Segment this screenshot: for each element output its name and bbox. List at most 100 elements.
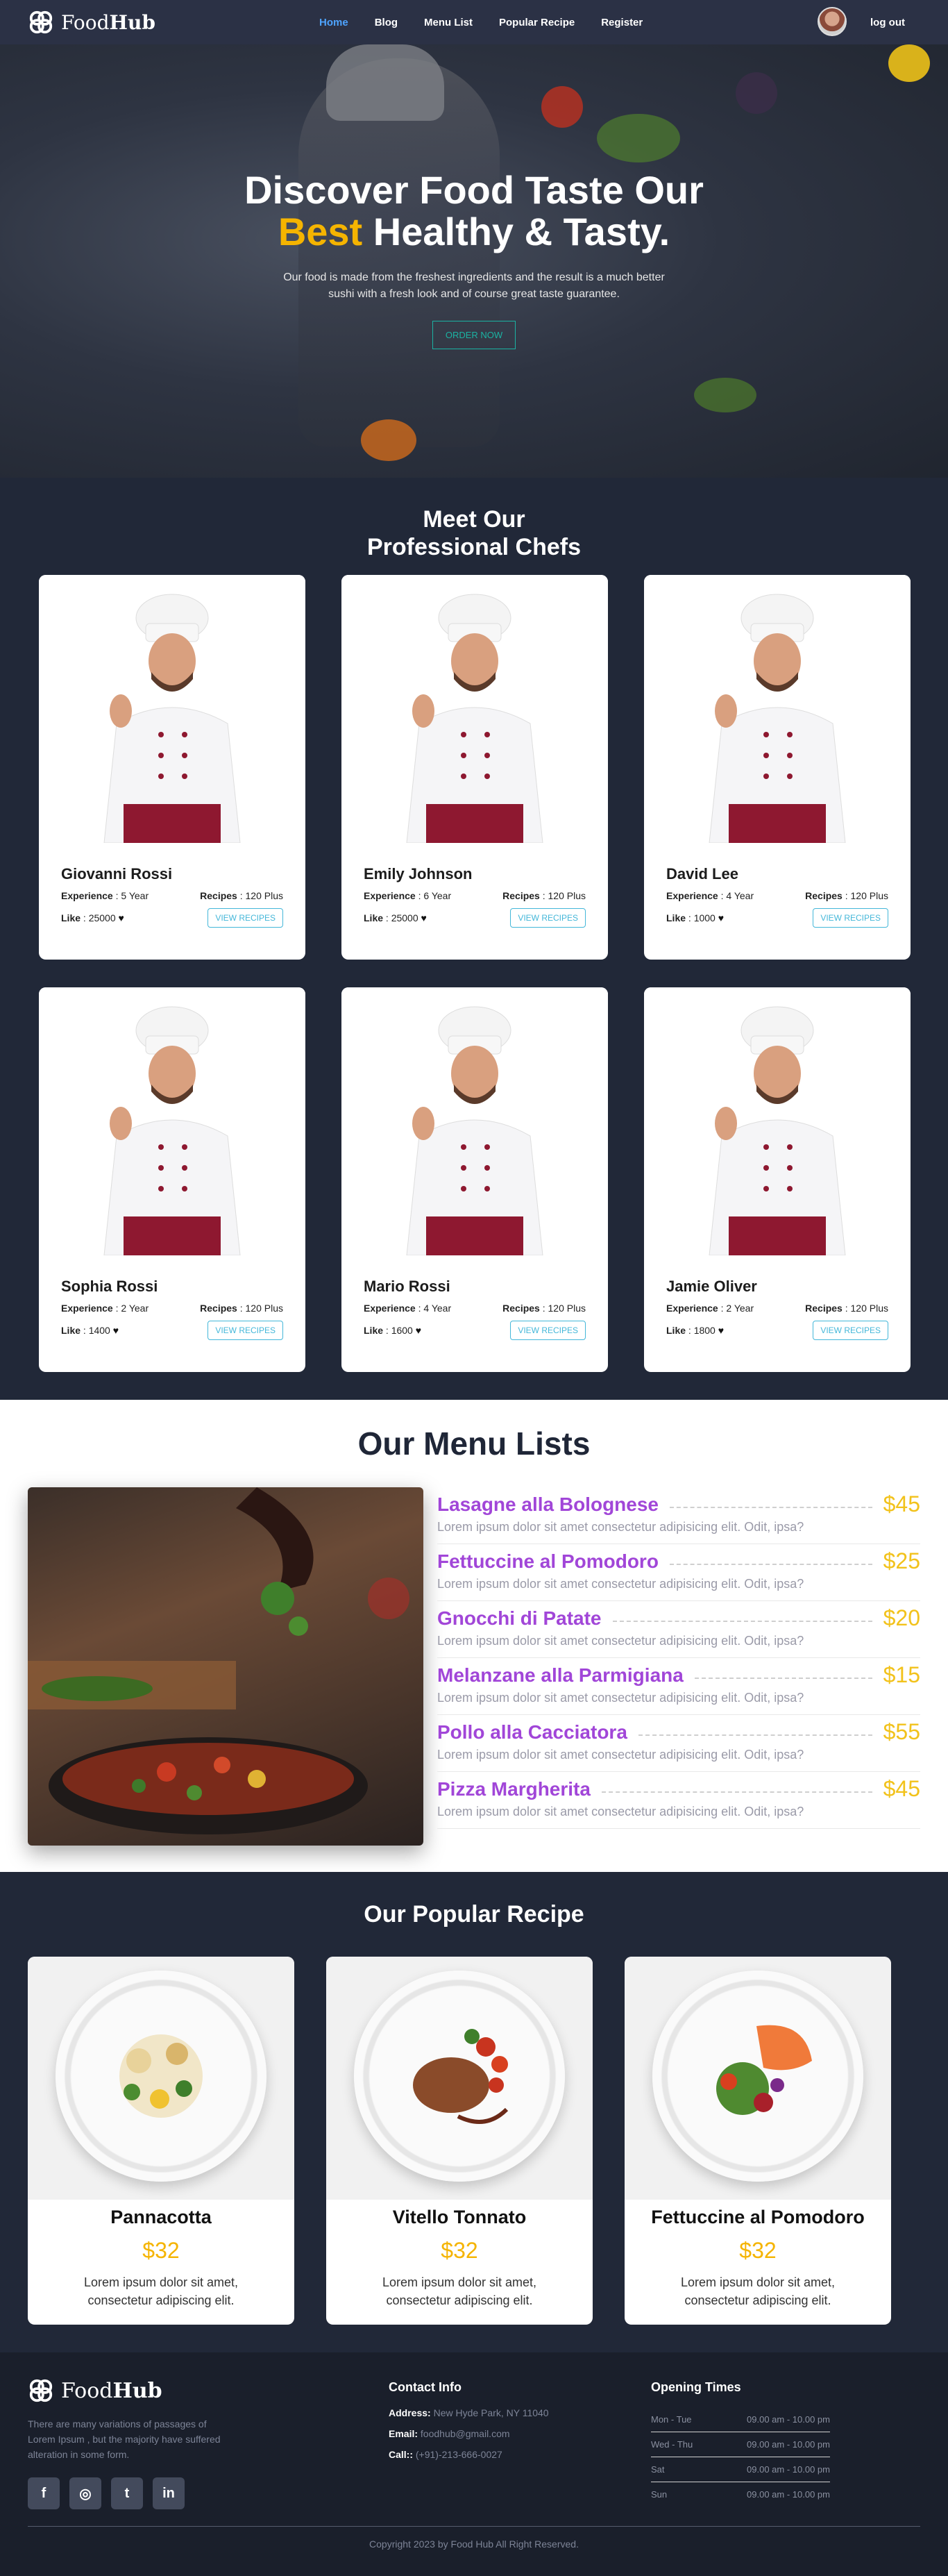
- menu-item[interactable]: Pizza Margherita $45 Lorem ipsum dolor s…: [437, 1772, 920, 1829]
- hours-day: Sun: [651, 2489, 668, 2500]
- like-label: Like: [61, 1325, 81, 1336]
- nav-link-register[interactable]: Register: [601, 17, 643, 28]
- hours-time: 09.00 am - 10.00 pm: [747, 2439, 830, 2450]
- recipe-desc: Lorem ipsum dolor sit amet, consectetur …: [83, 2275, 239, 2307]
- recipe-image: [28, 1957, 294, 2200]
- chef-stats-row: Experience : 6 Year Recipes : 120 Plus: [364, 890, 586, 901]
- chef-photo: [341, 575, 608, 844]
- experience-value: 6 Year: [423, 890, 452, 901]
- heart-icon[interactable]: ♥: [718, 912, 724, 923]
- like-value: 1600: [391, 1325, 413, 1336]
- experience-value: 5 Year: [121, 890, 149, 901]
- menu-item-leader: [601, 1791, 872, 1793]
- chef-like-row: Like : 1000 ♥ VIEW RECIPES: [666, 908, 888, 928]
- heart-icon[interactable]: ♥: [718, 1325, 724, 1336]
- like-label: Like: [666, 1325, 686, 1336]
- nav-link-menu-list[interactable]: Menu List: [424, 17, 473, 28]
- menu-item-name: Pollo alla Cacciatora: [437, 1721, 627, 1743]
- chef-info: Giovanni Rossi Experience : 5 Year Recip…: [61, 865, 283, 928]
- heart-icon[interactable]: ♥: [113, 1325, 119, 1336]
- view-recipes-button[interactable]: VIEW RECIPES: [813, 908, 888, 928]
- recipe-text: Vitello Tonnato $32 Lorem ipsum dolor si…: [326, 2207, 593, 2309]
- menu-item[interactable]: Lasagne alla Bolognese $45 Lorem ipsum d…: [437, 1487, 920, 1544]
- recipe-card[interactable]: Fettuccine al Pomodoro $32 Lorem ipsum d…: [625, 1957, 891, 2325]
- like-label: Like: [364, 1325, 384, 1336]
- like-value: 1800: [693, 1325, 716, 1336]
- hours-time: 09.00 am - 10.00 pm: [747, 2489, 830, 2500]
- recipe-plate: [354, 1971, 565, 2182]
- view-recipes-button[interactable]: VIEW RECIPES: [510, 908, 586, 928]
- recipes-value: 120 Plus: [850, 890, 888, 901]
- menu-item[interactable]: Melanzane alla Parmigiana $15 Lorem ipsu…: [437, 1658, 920, 1715]
- phone-value[interactable]: (+91)-213-666-0027: [416, 2449, 502, 2460]
- hero-title-rest: Healthy & Tasty.: [362, 210, 670, 253]
- heart-icon[interactable]: ♥: [416, 1325, 421, 1336]
- linkedin-icon[interactable]: in: [153, 2477, 185, 2509]
- nav-link-popular-recipe[interactable]: Popular Recipe: [499, 17, 575, 28]
- chef-like-row: Like : 1600 ♥ VIEW RECIPES: [364, 1321, 586, 1340]
- menu-item[interactable]: Gnocchi di Patate $20 Lorem ipsum dolor …: [437, 1601, 920, 1658]
- nav-link-blog[interactable]: Blog: [375, 17, 398, 28]
- hero-veg-leaves: [694, 378, 756, 412]
- facebook-icon[interactable]: f: [28, 2477, 60, 2509]
- recipe-card[interactable]: Vitello Tonnato $32 Lorem ipsum dolor si…: [326, 1957, 593, 2325]
- heart-icon[interactable]: ♥: [421, 912, 427, 923]
- hours-row: Sat 09.00 am - 10.00 pm: [651, 2457, 830, 2482]
- twitter-icon[interactable]: t: [111, 2477, 143, 2509]
- recipes-label: Recipes: [502, 1303, 540, 1314]
- view-recipes-button[interactable]: VIEW RECIPES: [208, 1321, 283, 1340]
- menu-item-name: Lasagne alla Bolognese: [437, 1493, 659, 1515]
- hours-row: Mon - Tue 09.00 am - 10.00 pm: [651, 2407, 830, 2432]
- chef-experience: Experience : 2 Year: [61, 1303, 149, 1314]
- chef-stats-row: Experience : 2 Year Recipes : 120 Plus: [61, 1303, 283, 1314]
- address-label: Address:: [389, 2407, 431, 2418]
- view-recipes-button[interactable]: VIEW RECIPES: [208, 908, 283, 928]
- hero-veg-tomato: [541, 86, 583, 128]
- menu-item-desc: Lorem ipsum dolor sit amet consectetur a…: [437, 1805, 804, 1818]
- like-label: Like: [364, 912, 384, 923]
- menu-item[interactable]: Fettuccine al Pomodoro $25 Lorem ipsum d…: [437, 1544, 920, 1601]
- logo-icon: [29, 10, 53, 34]
- order-now-button[interactable]: ORDER NOW: [432, 321, 516, 349]
- chef-name: Sophia Rossi: [61, 1278, 158, 1295]
- menu-item-line: Melanzane alla Parmigiana $15: [437, 1662, 920, 1688]
- chef-name: David Lee: [666, 865, 738, 883]
- heart-icon[interactable]: ♥: [119, 912, 124, 923]
- chef-recipes: Recipes : 120 Plus: [502, 1303, 586, 1314]
- chef-recipes: Recipes : 120 Plus: [200, 890, 283, 901]
- chef-experience: Experience : 2 Year: [666, 1303, 754, 1314]
- experience-label: Experience: [666, 890, 718, 901]
- instagram-icon[interactable]: ◎: [69, 2477, 101, 2509]
- brand-logo[interactable]: Food Hub: [28, 9, 155, 35]
- recipe-card[interactable]: Pannacotta $32 Lorem ipsum dolor sit ame…: [28, 1957, 294, 2325]
- chef-image: [39, 575, 305, 844]
- footer-divider: [28, 2526, 920, 2527]
- brand-text-bold: Hub: [109, 10, 155, 34]
- menu-item[interactable]: Pollo alla Cacciatora $55 Lorem ipsum do…: [437, 1715, 920, 1772]
- view-recipes-button[interactable]: VIEW RECIPES: [813, 1321, 888, 1340]
- chef-name: Giovanni Rossi: [61, 865, 173, 883]
- brand-text-light: Food: [61, 10, 110, 34]
- email-value[interactable]: foodhub@gmail.com: [421, 2428, 510, 2439]
- user-avatar[interactable]: [818, 7, 847, 36]
- menu-item-price: $15: [883, 1662, 920, 1687]
- recipe-image: [326, 1957, 593, 2200]
- recipes-label: Recipes: [200, 890, 237, 901]
- chef-recipes: Recipes : 120 Plus: [805, 1303, 888, 1314]
- chef-stats-row: Experience : 4 Year Recipes : 120 Plus: [666, 890, 888, 901]
- chef-image: [341, 987, 608, 1256]
- chef-photo: [341, 987, 608, 1256]
- chef-likes: Like : 1800 ♥: [666, 1325, 725, 1336]
- chef-name: Jamie Oliver: [666, 1278, 757, 1295]
- like-value: 25000: [88, 912, 116, 923]
- menu-item-leader: [612, 1620, 872, 1622]
- chef-like-row: Like : 1800 ♥ VIEW RECIPES: [666, 1321, 888, 1340]
- recipe-text: Pannacotta $32 Lorem ipsum dolor sit ame…: [28, 2207, 294, 2309]
- nav-link-home[interactable]: Home: [319, 17, 348, 28]
- view-recipes-button[interactable]: VIEW RECIPES: [510, 1321, 586, 1340]
- chef-like-row: Like : 25000 ♥ VIEW RECIPES: [364, 908, 586, 928]
- menu-item-name: Fettuccine al Pomodoro: [437, 1550, 659, 1572]
- footer-brand[interactable]: Food Hub: [28, 2377, 162, 2404]
- recipe-name: Fettuccine al Pomodoro: [651, 2207, 865, 2227]
- logout-button[interactable]: log out: [858, 10, 917, 35]
